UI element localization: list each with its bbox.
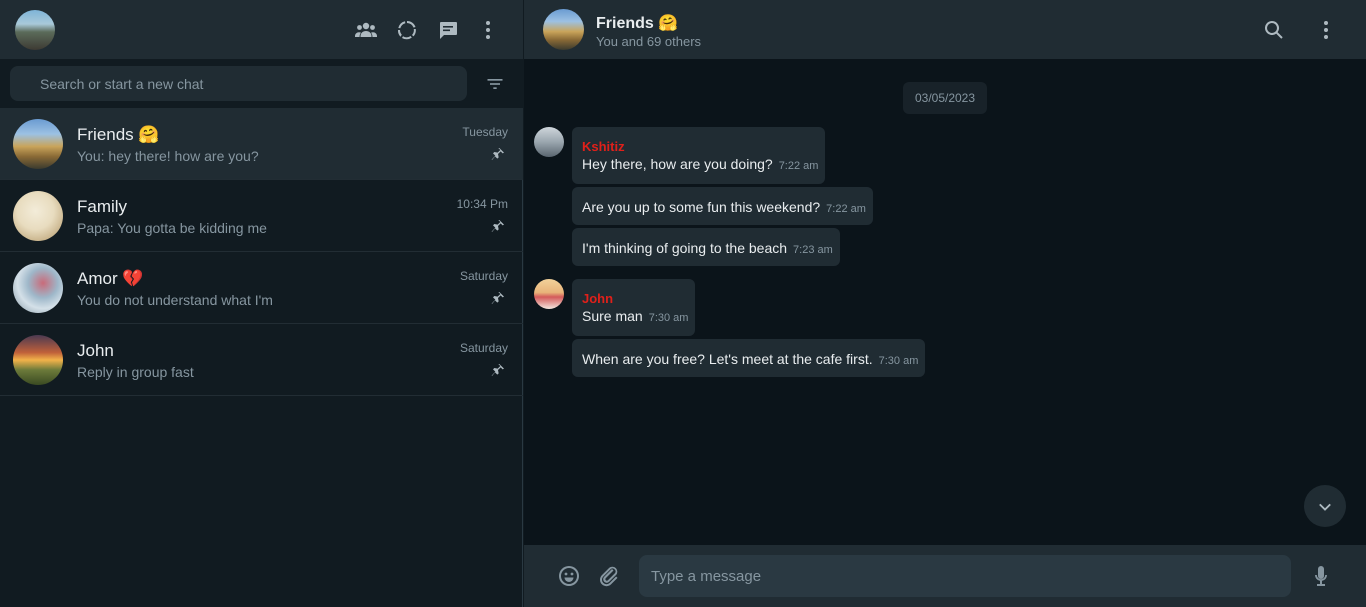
message-bubble: John Sure man 7:30 am bbox=[572, 279, 696, 336]
chat-item-john[interactable]: John Reply in group fast Saturday bbox=[0, 324, 523, 396]
chat-name: John bbox=[77, 341, 114, 360]
community-icon[interactable] bbox=[353, 17, 379, 43]
sender-name[interactable]: Kshitiz bbox=[582, 127, 818, 154]
search-input[interactable] bbox=[40, 66, 450, 101]
chat-time: Saturday bbox=[459, 269, 508, 283]
pin-icon bbox=[490, 362, 506, 378]
message-text: I'm thinking of going to the beach bbox=[582, 240, 788, 256]
new-chat-icon[interactable] bbox=[435, 17, 461, 43]
menu-icon[interactable] bbox=[475, 17, 501, 43]
sender-avatar[interactable] bbox=[534, 127, 564, 157]
search-box bbox=[10, 66, 467, 101]
chat-list-panel: Friends 🤗 You: hey there! how are you? T… bbox=[0, 0, 523, 607]
message-bubble: Are you up to some fun this weekend? 7:2… bbox=[572, 187, 873, 225]
avatar bbox=[13, 119, 63, 169]
emoji-icon[interactable] bbox=[556, 563, 582, 589]
chat-item-amor[interactable]: Amor 💔 You do not understand what I'm Sa… bbox=[0, 252, 523, 324]
message-time: 7:30 am bbox=[648, 312, 689, 324]
filter-icon[interactable] bbox=[484, 73, 506, 95]
message-time: 7:23 am bbox=[793, 244, 833, 256]
my-profile-avatar[interactable] bbox=[15, 10, 55, 50]
conversation-panel: Friends 🤗 You and 69 others 03/05/2023 K… bbox=[524, 0, 1366, 607]
group-avatar[interactable] bbox=[543, 9, 584, 50]
sender-avatar[interactable] bbox=[534, 279, 564, 309]
search-icon[interactable] bbox=[1261, 17, 1287, 43]
message-input[interactable] bbox=[639, 555, 1291, 597]
message-bubble: Kshitiz Hey there, how are you doing? 7:… bbox=[572, 127, 826, 184]
chat-preview: You: hey there! how are you? bbox=[77, 148, 259, 164]
chat-name: Family bbox=[77, 197, 128, 216]
status-icon[interactable] bbox=[394, 17, 420, 43]
message-text: Sure man bbox=[582, 308, 643, 324]
search-row bbox=[0, 59, 523, 108]
left-header bbox=[0, 0, 523, 59]
message-text: Hey there, how are you doing? bbox=[582, 156, 773, 172]
avatar bbox=[13, 263, 63, 313]
message-time: 7:30 am bbox=[878, 355, 919, 367]
chat-time: Tuesday bbox=[462, 125, 508, 139]
scroll-to-bottom-button[interactable] bbox=[1304, 485, 1346, 527]
pin-icon bbox=[490, 218, 506, 234]
chat-item-family[interactable]: Family Papa: You gotta be kidding me 10:… bbox=[0, 180, 523, 252]
group-subtitle: You and 69 others bbox=[596, 34, 702, 49]
message-bubble: When are you free? Let's meet at the caf… bbox=[572, 339, 926, 377]
chat-preview: Reply in group fast bbox=[77, 364, 194, 380]
avatar bbox=[13, 191, 63, 241]
avatar bbox=[13, 335, 63, 385]
chat-name: Amor 💔 bbox=[77, 269, 144, 288]
chat-time: Saturday bbox=[459, 341, 508, 355]
chat-item-friends[interactable]: Friends 🤗 You: hey there! how are you? T… bbox=[0, 108, 523, 180]
chat-preview: You do not understand what I'm bbox=[77, 292, 273, 308]
sender-name[interactable]: John bbox=[582, 279, 688, 306]
group-title: Friends 🤗 bbox=[596, 15, 679, 32]
message-time: 7:22 am bbox=[826, 203, 866, 215]
chat-preview: Papa: You gotta be kidding me bbox=[77, 220, 267, 236]
message-text: When are you free? Let's meet at the caf… bbox=[582, 351, 873, 367]
date-separator: 03/05/2023 bbox=[903, 82, 987, 114]
message-composer bbox=[524, 545, 1366, 607]
message-text: Are you up to some fun this weekend? bbox=[582, 199, 821, 215]
chat-name: Friends 🤗 bbox=[77, 125, 160, 144]
microphone-icon[interactable] bbox=[1308, 563, 1334, 589]
chat-time: 10:34 Pm bbox=[456, 197, 508, 211]
chevron-down-icon bbox=[1319, 503, 1331, 511]
conversation-header[interactable]: Friends 🤗 You and 69 others bbox=[524, 0, 1366, 59]
conversation-menu-icon[interactable] bbox=[1313, 17, 1339, 43]
pin-icon bbox=[490, 290, 506, 306]
pin-icon bbox=[490, 146, 506, 162]
message-bubble: I'm thinking of going to the beach 7:23 … bbox=[572, 228, 840, 266]
chat-list: Friends 🤗 You: hey there! how are you? T… bbox=[0, 108, 523, 396]
message-time: 7:22 am bbox=[778, 160, 819, 172]
attach-icon[interactable] bbox=[596, 563, 622, 589]
